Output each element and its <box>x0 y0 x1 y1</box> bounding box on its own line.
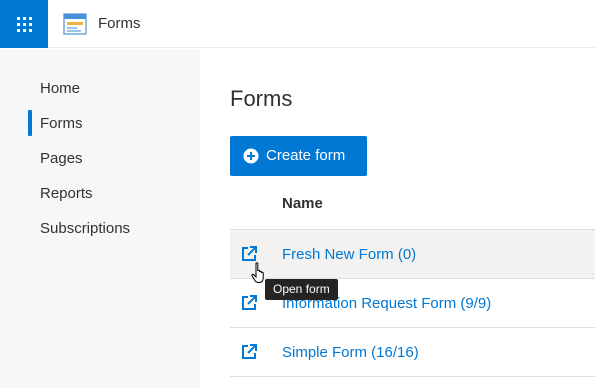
sidebar-item-label: Home <box>40 80 81 97</box>
page-title: Forms <box>230 86 293 111</box>
create-form-button[interactable]: Create form <box>230 136 367 176</box>
forms-app-icon <box>63 13 87 35</box>
table-row[interactable]: Simple Form (16/16) <box>230 327 595 376</box>
app-title: Forms <box>98 15 141 32</box>
add-circle-icon <box>243 148 259 164</box>
app-launcher-icon <box>16 16 32 32</box>
create-form-label: Create form <box>266 147 346 164</box>
form-link[interactable]: Fresh New Form (0) <box>282 246 416 263</box>
app-launcher-button[interactable] <box>0 0 48 48</box>
sidebar-item-label: Reports <box>40 185 93 202</box>
open-in-new-window-icon[interactable] <box>240 343 258 361</box>
table-row[interactable]: Fresh New Form (0) <box>230 229 595 278</box>
sidebar-item-reports[interactable]: Reports <box>0 176 200 211</box>
open-in-new-window-icon[interactable] <box>240 294 258 312</box>
form-link[interactable]: Simple Form (16/16) <box>282 344 419 361</box>
column-header-name[interactable]: Name <box>282 195 323 212</box>
sidebar-item-subscriptions[interactable]: Subscriptions <box>0 211 200 246</box>
sidebar-item-label: Forms <box>40 115 83 132</box>
top-bar: Forms <box>0 0 595 48</box>
sidebar-item-home[interactable]: Home <box>0 71 200 106</box>
main-content: Forms Create form Name Fresh New Form (0… <box>200 49 595 388</box>
row-divider <box>230 376 595 377</box>
open-in-new-window-icon[interactable] <box>240 245 258 263</box>
sidebar: Home Forms Pages Reports Subscriptions <box>0 49 200 388</box>
sidebar-item-forms[interactable]: Forms <box>0 106 200 141</box>
tooltip: Open form <box>265 279 338 300</box>
sidebar-item-label: Pages <box>40 150 83 167</box>
sidebar-item-pages[interactable]: Pages <box>0 141 200 176</box>
sidebar-item-label: Subscriptions <box>40 220 131 237</box>
